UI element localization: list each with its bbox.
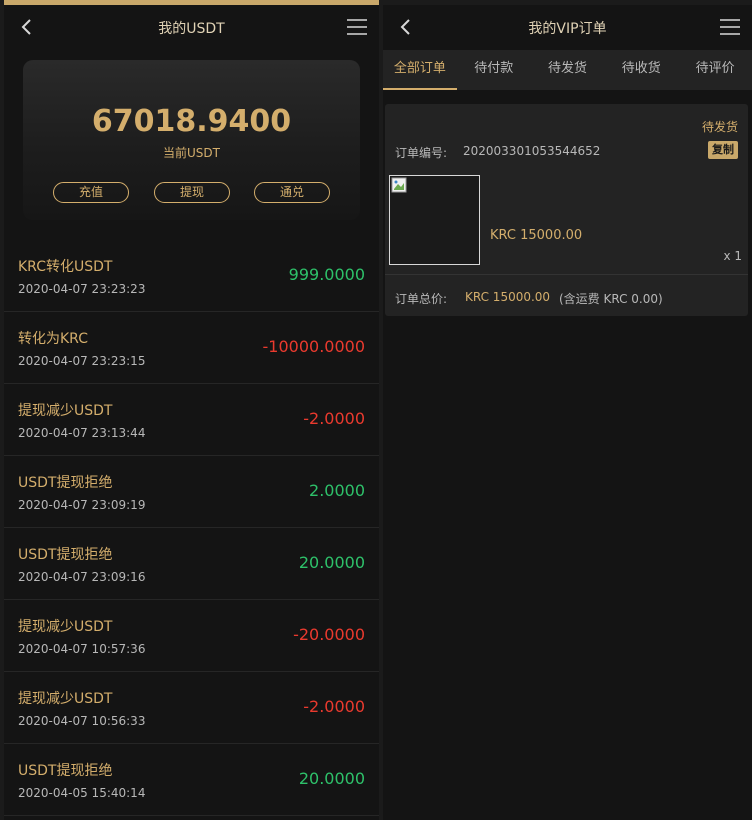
transaction-amount: -2.0000	[303, 409, 365, 428]
menu-icon[interactable]	[347, 18, 367, 36]
recharge-button[interactable]: 充值	[53, 182, 129, 203]
item-price: KRC 15000.00	[490, 228, 583, 243]
broken-image-icon	[391, 177, 407, 193]
usdt-header: 我的USDT	[4, 5, 379, 50]
menu-icon[interactable]	[720, 18, 740, 36]
transaction-row[interactable]: KRC转化USDT 2020-04-07 23:23:23 999.0000	[4, 240, 379, 312]
order-card[interactable]: 待发货 订单编号: 202003301053544652 复制 KRC 1500…	[385, 104, 748, 316]
withdraw-button[interactable]: 提现	[154, 182, 230, 203]
transaction-title: 提现减少USDT	[18, 619, 113, 635]
orders-header: 我的VIP订单	[383, 5, 752, 50]
tab-pending-review[interactable]: 待评价	[678, 50, 752, 90]
tab-pending-receipt[interactable]: 待收货	[604, 50, 678, 90]
transaction-title: USDT提现拒绝	[18, 475, 113, 491]
transaction-time: 2020-04-05 15:40:14	[18, 786, 146, 800]
transaction-list: KRC转化USDT 2020-04-07 23:23:23 999.0000 转…	[4, 240, 379, 816]
usdt-panel: 我的USDT 67018.9400 当前USDT 充值 提现 通兑 KRC转化U…	[4, 0, 379, 820]
tab-all-orders[interactable]: 全部订单	[383, 50, 457, 90]
transaction-row[interactable]: USDT提现拒绝 2020-04-05 15:40:14 20.0000	[4, 744, 379, 816]
transaction-time: 2020-04-07 10:56:33	[18, 714, 146, 728]
tab-pending-shipment[interactable]: 待发货	[531, 50, 605, 90]
transaction-amount: 999.0000	[288, 265, 365, 284]
balance-label: 当前USDT	[163, 146, 220, 160]
transaction-title: KRC转化USDT	[18, 259, 113, 275]
exchange-button[interactable]: 通兑	[254, 182, 330, 203]
transaction-row[interactable]: USDT提现拒绝 2020-04-07 23:09:19 2.0000	[4, 456, 379, 528]
order-total-label: 订单总价:	[395, 292, 448, 306]
transaction-row[interactable]: 转化为KRC 2020-04-07 23:23:15 -10000.0000	[4, 312, 379, 384]
order-total-amount: KRC 15000.00	[465, 290, 551, 304]
vip-orders-panel: 我的VIP订单 全部订单 待付款 待发货 待收货 待评价 待发货 订单编号: 2…	[383, 0, 752, 820]
back-arrow-icon[interactable]	[18, 18, 36, 36]
order-number: 202003301053544652	[463, 144, 601, 158]
order-shipping-note: (含运费 KRC 0.00)	[559, 292, 663, 306]
balance-amount: 67018.9400	[91, 104, 292, 139]
order-divider	[385, 274, 748, 275]
transaction-title: USDT提现拒绝	[18, 547, 113, 563]
transaction-row[interactable]: USDT提现拒绝 2020-04-07 23:09:16 20.0000	[4, 528, 379, 600]
transaction-row[interactable]: 提现减少USDT 2020-04-07 10:57:36 -20.0000	[4, 600, 379, 672]
page-title: 我的VIP订单	[528, 20, 607, 37]
transaction-row[interactable]: 提现减少USDT 2020-04-07 10:56:33 -2.0000	[4, 672, 379, 744]
transaction-title: 提现减少USDT	[18, 691, 113, 707]
item-quantity: x 1	[723, 249, 742, 263]
page-title: 我的USDT	[158, 20, 225, 37]
transaction-time: 2020-04-07 23:09:19	[18, 498, 146, 512]
transaction-time: 2020-04-07 10:57:36	[18, 642, 146, 656]
copy-button[interactable]: 复制	[708, 141, 738, 159]
transaction-amount: -20.0000	[293, 625, 365, 644]
tab-pending-payment[interactable]: 待付款	[457, 50, 531, 90]
transaction-row[interactable]: 提现减少USDT 2020-04-07 23:13:44 -2.0000	[4, 384, 379, 456]
transaction-title: 提现减少USDT	[18, 403, 113, 419]
transaction-amount: -10000.0000	[262, 337, 365, 356]
transaction-title: USDT提现拒绝	[18, 763, 113, 779]
order-tabs: 全部订单 待付款 待发货 待收货 待评价	[383, 50, 752, 90]
transaction-time: 2020-04-07 23:13:44	[18, 426, 146, 440]
transaction-amount: 20.0000	[298, 769, 365, 788]
transaction-amount: 20.0000	[298, 553, 365, 572]
transaction-time: 2020-04-07 23:23:23	[18, 282, 146, 296]
order-number-label: 订单编号:	[395, 146, 448, 160]
transaction-time: 2020-04-07 23:23:15	[18, 354, 146, 368]
product-thumbnail[interactable]	[389, 175, 480, 265]
back-arrow-icon[interactable]	[397, 18, 415, 36]
order-status: 待发货	[701, 120, 738, 134]
transaction-amount: 2.0000	[309, 481, 365, 500]
transaction-title: 转化为KRC	[18, 331, 88, 347]
transaction-amount: -2.0000	[303, 697, 365, 716]
transaction-time: 2020-04-07 23:09:16	[18, 570, 146, 584]
balance-card: 67018.9400 当前USDT 充值 提现 通兑	[23, 60, 360, 220]
